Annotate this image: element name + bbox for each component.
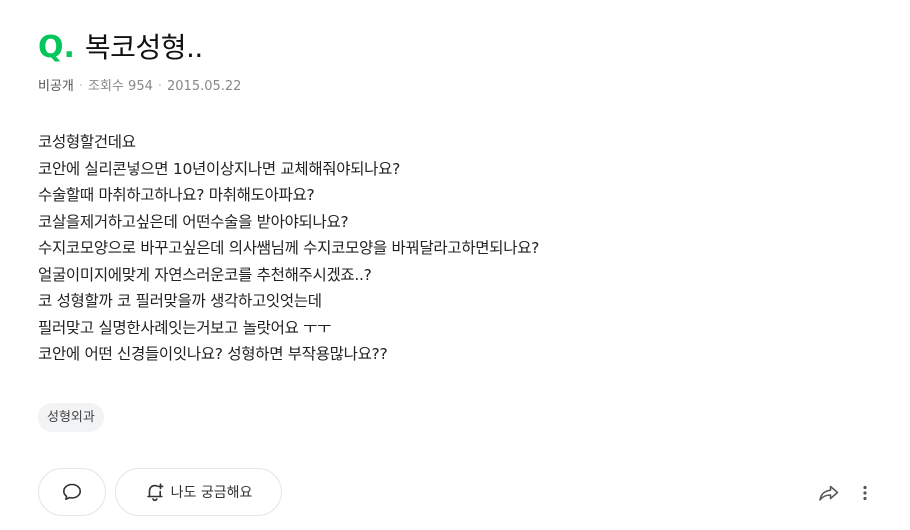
- more-vertical-icon: [858, 483, 872, 503]
- body-line: 코 성형할까 코 필러맞을까 생각하고잇엇는데: [38, 292, 322, 310]
- question-header: Q. 복코성형..: [38, 28, 203, 68]
- share-icon: [817, 483, 841, 503]
- body-line: 수지코모양으로 바꾸고싶은데 의사쌤님께 수지코모양을 바꿔달라고하면되나요?: [38, 239, 540, 257]
- curious-bell-icon: [145, 482, 165, 502]
- q-mark-icon: Q.: [38, 30, 75, 65]
- body-line: 코안에 실리콘넣으면 10년이상지나면 교체해줘야되나요?: [38, 159, 401, 178]
- body-line: 코살을제거하고싶은데 어떤수술을 받아야되나요?: [38, 212, 349, 231]
- category-tag[interactable]: 성형외과: [38, 403, 104, 432]
- body-line: 얼굴이미지에맞게 자연스러운코를 추천해주시겠죠..?: [38, 265, 372, 284]
- body-line: 수술할때 마취하고하나요? 마취해도아파요?: [38, 186, 315, 204]
- curious-button[interactable]: 나도 궁금해요: [115, 468, 282, 516]
- comment-button[interactable]: [38, 468, 106, 516]
- comment-icon: [62, 482, 82, 502]
- body-line: 코안에 어떤 신경들이잇나요? 성형하면 부작용많나요??: [38, 345, 388, 363]
- question-body: 코성형할건데요 코안에 실리콘넣으면 10년이상지나면 교체해줘야되나요? 수술…: [38, 129, 818, 368]
- meta-separator: ·: [157, 79, 162, 94]
- share-button[interactable]: [817, 483, 841, 503]
- question-title: 복코성형..: [84, 31, 203, 64]
- question-container: Q. 복코성형.. 비공개 · 조회수 954 · 2015.05.22 코성형…: [38, 0, 910, 530]
- more-button[interactable]: [858, 483, 872, 503]
- curious-button-label: 나도 궁금해요: [170, 485, 253, 501]
- body-line: 필러맞고 실명한사례잇는거보고 놀랏어요 ㅜㅜ: [38, 318, 332, 337]
- question-meta: 비공개 · 조회수 954 · 2015.05.22: [38, 79, 241, 95]
- post-date: 2015.05.22: [167, 79, 242, 94]
- meta-separator: ·: [78, 79, 84, 94]
- author-name: 비공개: [38, 79, 74, 94]
- view-count: 조회수 954: [88, 79, 153, 94]
- body-line: 코성형할건데요: [38, 133, 136, 151]
